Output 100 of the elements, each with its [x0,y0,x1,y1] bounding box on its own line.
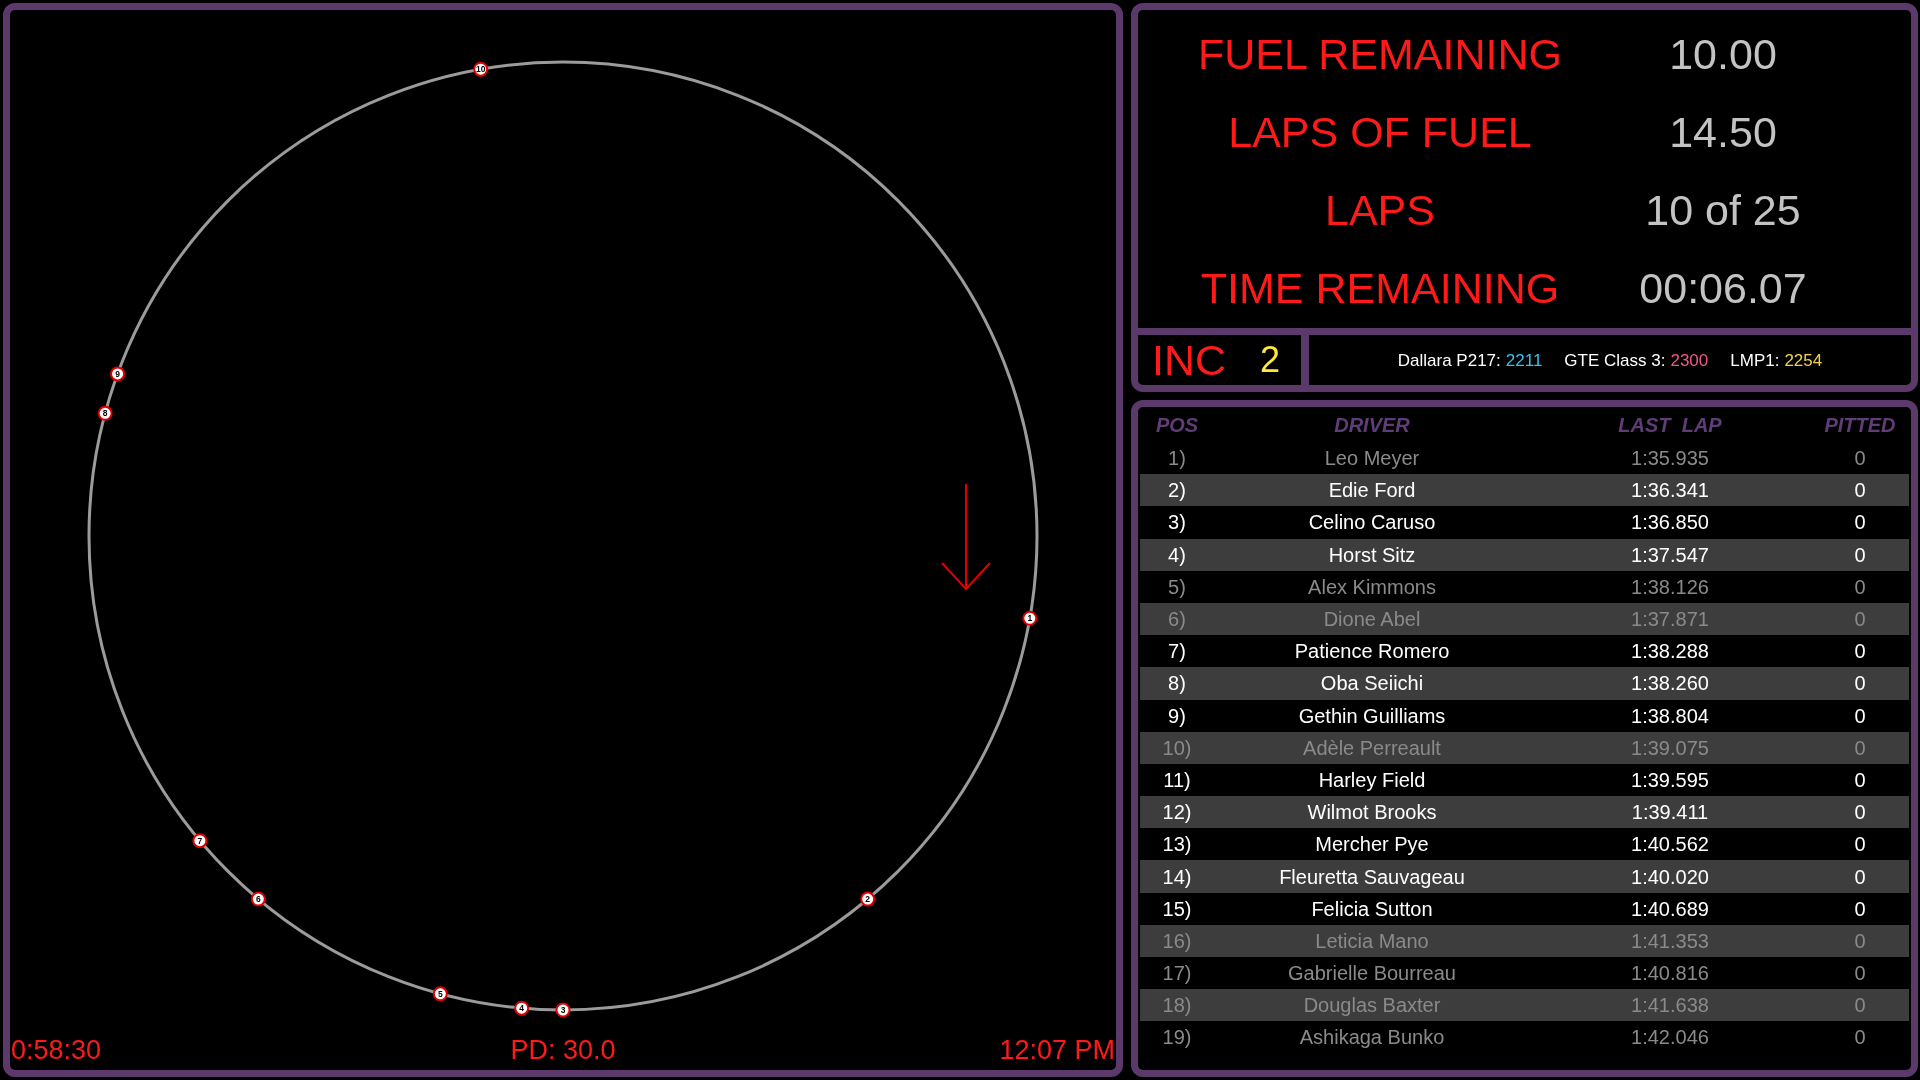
lap-time-cell: 1:42.046 [1631,1027,1709,1048]
pitted-cell: 0 [1854,705,1866,726]
position-cell: 3) [1168,512,1186,533]
stat-label: LAPS [1325,188,1435,232]
car-marker: 8 [97,405,113,421]
lap-time-cell: 1:39.411 [1631,802,1709,823]
lap-time-cell: 1:38.804 [1631,705,1709,726]
lap-time-cell: 1:38.126 [1631,576,1709,597]
stat-label: TIME REMAINING [1200,266,1560,310]
pitted-cell: 0 [1854,898,1866,919]
class-time: 2211 [1505,351,1543,369]
lap-time-cell: 1:39.075 [1631,737,1709,758]
position-cell: 11) [1163,769,1191,790]
driver-cell: Oba Seiichi [1320,673,1424,694]
column-header: PITTED [1824,414,1896,435]
position-cell: 2) [1168,480,1186,501]
position-cell: 1) [1168,448,1186,469]
position-cell: 7) [1168,641,1186,662]
lap-time-cell: 1:38.260 [1631,673,1709,694]
pitted-cell: 0 [1854,1027,1866,1048]
class-name: LMP1: [1730,351,1780,369]
position-cell: 18) [1162,995,1192,1016]
lap-time-cell: 1:36.850 [1631,512,1709,533]
pitted-cell: 0 [1854,834,1866,855]
pitted-cell: 0 [1854,641,1866,662]
incident-label: INC [1152,338,1227,382]
class-time: 2300 [1670,351,1709,369]
lap-time-cell: 1:40.562 [1631,834,1709,855]
car-marker: 4 [514,1000,530,1016]
lap-time-cell: 1:40.816 [1631,963,1709,984]
position-cell: 4) [1168,544,1186,565]
pitted-cell: 0 [1854,866,1866,887]
position-cell: 12) [1162,802,1192,823]
stat-value: 00:06.07 [1639,266,1807,310]
lap-time-cell: 1:41.353 [1631,930,1709,951]
class-name: Dallara P217: [1397,351,1501,369]
car-marker: 2 [860,891,876,907]
driver-cell: Horst Sitz [1328,544,1416,565]
clock-time: 12:07 PM [999,1036,1115,1064]
pit-delta-readout: PD: 30.0 [510,1036,616,1064]
position-cell: 14) [1162,866,1192,887]
column-header: POS [1155,414,1199,435]
car-marker: 5 [432,986,448,1002]
stat-label: FUEL REMAINING [1198,32,1562,76]
pitted-cell: 0 [1854,609,1866,630]
position-cell: 19) [1162,1027,1192,1048]
position-cell: 5) [1168,576,1186,597]
driver-cell: Adèle Perreault [1303,737,1441,758]
car-marker: 6 [250,891,266,907]
session-timer: 0:58:30 [11,1036,102,1064]
pitted-cell: 0 [1854,995,1866,1016]
driver-cell: Patience Romero [1294,641,1450,662]
class-time: 2254 [1784,351,1823,369]
driver-cell: Gabrielle Bourreau [1288,963,1456,984]
driver-cell: Celino Caruso [1308,512,1436,533]
pitted-cell: 0 [1854,930,1866,951]
driver-cell: Edie Ford [1328,480,1416,501]
incident-count: 2 [1260,342,1281,378]
position-cell: 8) [1168,673,1186,694]
stat-label: LAPS OF FUEL [1228,110,1532,154]
pitted-cell: 0 [1854,512,1866,533]
lap-time-cell: 1:41.638 [1631,995,1709,1016]
driver-cell: Felicia Sutton [1311,898,1433,919]
pitted-cell: 0 [1854,802,1866,823]
car-marker: 1 [1022,610,1038,626]
pitted-cell: 0 [1854,480,1866,501]
stat-value: 14.50 [1669,110,1777,154]
position-cell: 17) [1162,963,1192,984]
lap-time-cell: 1:35.935 [1631,448,1709,469]
lap-time-cell: 1:36.341 [1631,480,1709,501]
car-marker: 3 [555,1002,571,1018]
position-cell: 16) [1162,930,1192,951]
driver-cell: Alex Kimmons [1308,576,1436,597]
pitted-cell: 0 [1854,769,1866,790]
pitted-cell: 0 [1854,737,1866,758]
pitted-cell: 0 [1854,448,1866,469]
position-cell: 9) [1168,705,1186,726]
pitted-cell: 0 [1854,544,1866,565]
car-marker: 10 [473,61,489,77]
driver-cell: Douglas Baxter [1303,995,1441,1016]
lap-time-cell: 1:40.689 [1631,898,1709,919]
stat-value: 10 of 25 [1645,188,1801,232]
driver-cell: Harley Field [1318,769,1426,790]
column-header: DRIVER [1334,414,1410,435]
position-cell: 6) [1168,609,1186,630]
driver-cell: Leticia Mano [1315,930,1429,951]
lap-time-cell: 1:40.020 [1631,866,1709,887]
driver-cell: Gethin Guilliams [1298,705,1446,726]
car-marker: 7 [192,833,208,849]
driver-cell: Wilmot Brooks [1307,802,1437,823]
driver-cell: Leo Meyer [1324,448,1420,469]
position-cell: 13) [1162,834,1192,855]
column-header: LAST LAP [1618,414,1722,435]
driver-cell: Ashikaga Bunko [1299,1027,1445,1048]
driver-cell: Dione Abel [1323,609,1421,630]
pitted-cell: 0 [1854,963,1866,984]
lap-time-cell: 1:37.871 [1631,609,1709,630]
stat-value: 10.00 [1669,32,1777,76]
pitted-cell: 0 [1854,673,1866,694]
driver-cell: Mercher Pye [1315,834,1429,855]
